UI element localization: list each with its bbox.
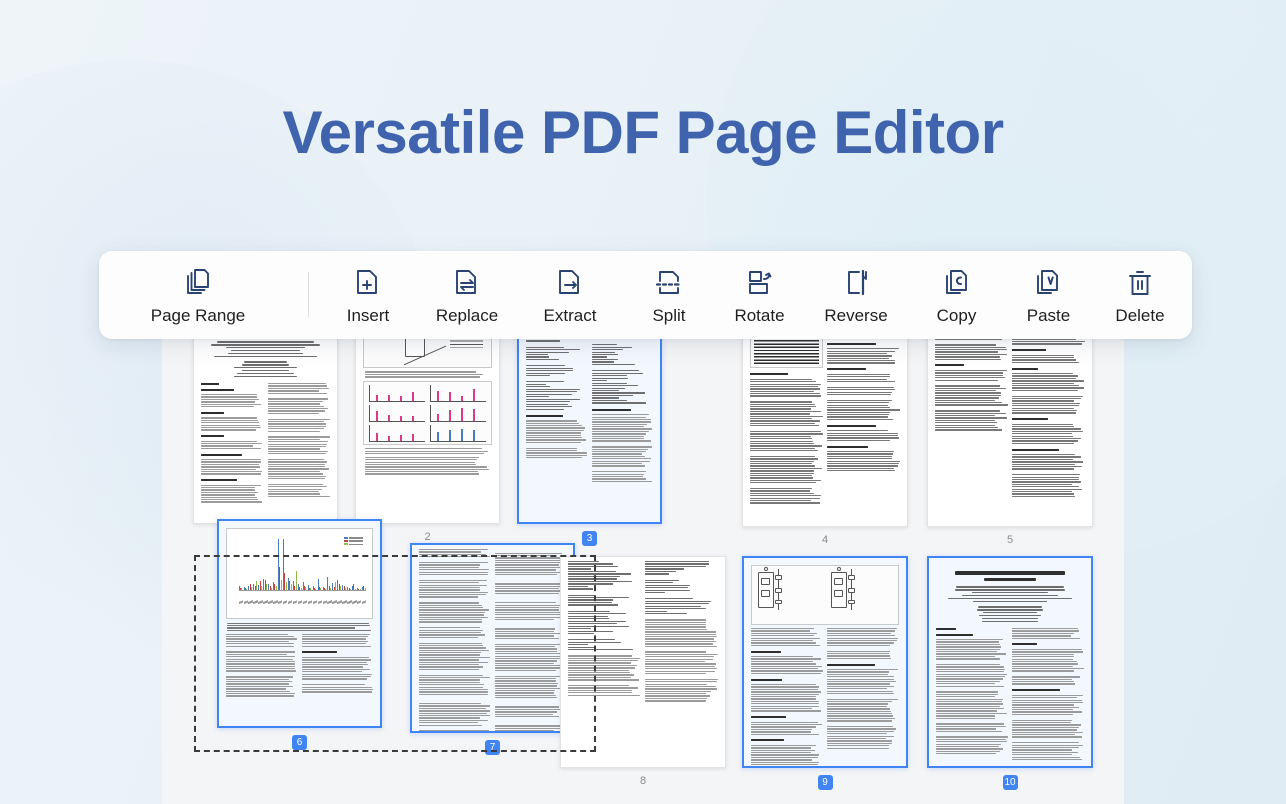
page-number-badge: 10 — [1002, 775, 1018, 790]
toolbar-label-page-range: Page Range — [150, 306, 246, 325]
toolbar-divider — [307, 272, 309, 318]
toolbar-label-delete: Delete — [1115, 306, 1165, 325]
page-thumbnail-canvas[interactable]: 12345678910 — [162, 300, 1124, 804]
page-arrow-right-icon — [555, 266, 585, 300]
editor-toolbar: Page Range Insert Replace Extract Split Rotat… — [99, 251, 1192, 339]
toolbar-label-insert: Insert — [346, 306, 390, 325]
toolbar-button-split[interactable]: Split — [652, 266, 686, 325]
page-thumbnail[interactable] — [742, 312, 908, 527]
pages-v-icon — [1032, 266, 1064, 300]
page-swap-arrows-icon — [452, 266, 482, 300]
toolbar-button-delete[interactable]: Delete — [1115, 266, 1165, 325]
page-number-label: 5 — [1006, 534, 1014, 546]
page-title: Versatile PDF Page Editor — [282, 99, 1004, 166]
toolbar-label-replace: Replace — [435, 306, 499, 325]
page-dashed-line-icon — [654, 266, 684, 300]
page-mirror-icon — [841, 266, 871, 300]
toolbar-button-paste[interactable]: Paste — [1027, 266, 1070, 324]
page-plus-icon — [353, 266, 383, 300]
toolbar-button-rotate[interactable]: Rotate — [734, 266, 785, 325]
toolbar-button-insert[interactable]: Insert — [346, 266, 390, 325]
page-thumbnail[interactable] — [217, 519, 382, 728]
page-number-badge: 3 — [582, 531, 597, 546]
page-thumbnail[interactable] — [927, 312, 1093, 527]
page-number-label: 2 — [424, 531, 431, 543]
toolbar-label-extract: Extract — [543, 306, 597, 325]
toolbar-button-copy[interactable]: Copy — [936, 266, 977, 325]
page-thumbnail[interactable] — [927, 556, 1093, 768]
page-number-badge: 6 — [292, 735, 307, 750]
toolbar-label-paste: Paste — [1026, 306, 1071, 325]
page-number-badge: 7 — [485, 740, 500, 755]
trash-can-icon — [1125, 266, 1155, 300]
toolbar-label-reverse: Reverse — [824, 306, 888, 325]
page-thumbnail[interactable] — [410, 543, 575, 733]
toolbar-button-page-range[interactable]: Page Range — [150, 266, 246, 325]
toolbar-button-reverse[interactable]: Reverse — [824, 266, 888, 325]
toolbar-button-extract[interactable]: Extract — [543, 266, 597, 325]
stacked-pages-icon — [182, 266, 214, 300]
page-thumbnail[interactable] — [193, 312, 338, 524]
page-thumbnail[interactable] — [517, 312, 662, 524]
page-number-label: 8 — [639, 775, 647, 787]
pages-c-icon — [941, 266, 973, 300]
toolbar-label-copy: Copy — [936, 306, 977, 325]
toolbar-label-rotate: Rotate — [734, 306, 785, 325]
page-rotate-arrow-icon — [744, 266, 776, 300]
page-number-label: 4 — [821, 534, 829, 546]
page-thumbnail[interactable] — [355, 312, 500, 524]
page-thumbnail[interactable] — [742, 556, 908, 768]
page-number-badge: 9 — [817, 775, 833, 790]
toolbar-label-split: Split — [652, 306, 686, 325]
toolbar-button-replace[interactable]: Replace — [436, 266, 498, 324]
page-thumbnail[interactable] — [560, 556, 726, 768]
